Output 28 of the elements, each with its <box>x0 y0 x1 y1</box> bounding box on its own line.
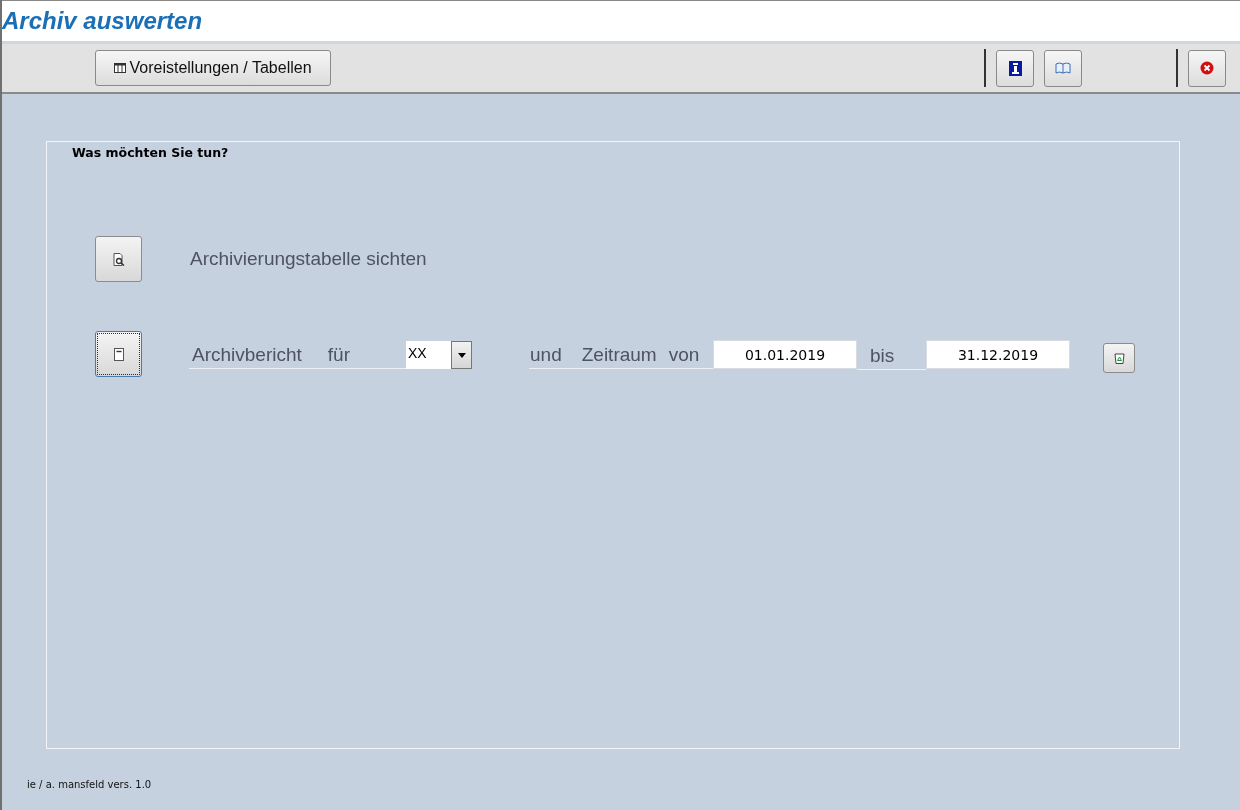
dropdown-arrow-icon <box>457 352 466 358</box>
close-icon <box>1200 61 1214 75</box>
version-footer: ie / a. mansfeld vers. 1.0 <box>27 779 1240 790</box>
magnifier-page-icon <box>112 252 125 266</box>
panel-heading: Was möchten Sie tun? <box>72 145 230 160</box>
clear-button[interactable] <box>1103 343 1135 373</box>
table-icon <box>114 63 127 73</box>
action-label: Archivierungstabelle sichten <box>190 248 427 270</box>
trash-can-icon <box>1113 352 1125 364</box>
close-button[interactable] <box>1188 49 1226 87</box>
for-label: für <box>327 344 350 366</box>
settings-tables-button[interactable]: Voreistellungen / Tabellen <box>95 50 331 86</box>
archive-combo-box[interactable]: XX <box>406 341 472 369</box>
window-title: Archiv auswerten <box>2 7 203 35</box>
and-label: und <box>530 344 562 366</box>
to-label: bis <box>870 345 895 367</box>
report-label: Archivbericht <box>192 344 302 366</box>
from-label: von <box>668 344 700 366</box>
help-book-button[interactable] <box>1044 49 1082 87</box>
report-button[interactable] <box>95 331 142 377</box>
from-date-field[interactable]: 01.01.2019 <box>713 340 857 369</box>
to-date-field[interactable]: 31.12.2019 <box>926 340 1070 369</box>
info-button[interactable] <box>996 49 1034 87</box>
view-table-button[interactable] <box>95 236 142 282</box>
info-icon <box>1008 60 1022 76</box>
period-label: Zeitraum <box>581 344 657 366</box>
book-icon <box>1055 62 1071 74</box>
document-icon <box>113 347 124 361</box>
